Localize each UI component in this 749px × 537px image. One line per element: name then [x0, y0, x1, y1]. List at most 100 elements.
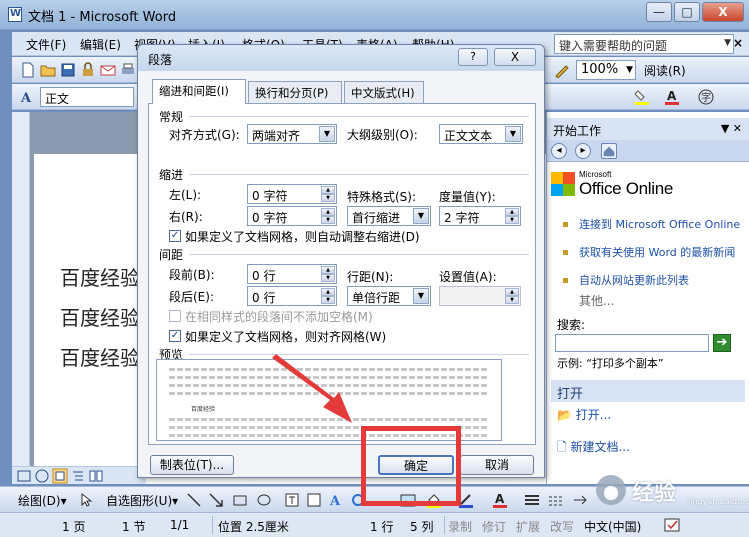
chevron-down-icon[interactable]: ▼ — [626, 65, 633, 75]
textbox-icon[interactable] — [284, 492, 300, 508]
minimize-button[interactable]: — — [646, 2, 672, 22]
spelling-check-icon[interactable] — [664, 517, 680, 533]
indent-left-spinner[interactable]: 0 字符 ▲ ▼ — [247, 184, 337, 204]
line-style-icon[interactable] — [524, 492, 540, 508]
close-document-button[interactable]: × — [733, 36, 743, 50]
web-view-icon[interactable] — [34, 468, 50, 484]
styles-icon[interactable]: A — [20, 89, 36, 105]
maximize-button[interactable]: □ — [674, 2, 700, 22]
style-combo[interactable]: 正文 — [40, 87, 134, 107]
highlight-icon[interactable] — [634, 89, 650, 105]
autoshapes-button[interactable]: 自选图形(U)▾ — [106, 492, 178, 509]
chevron-down-icon[interactable]: ▼ — [724, 38, 731, 48]
spin-down-icon[interactable]: ▼ — [321, 296, 335, 304]
svg-text:A: A — [329, 494, 341, 508]
open-folder-icon[interactable] — [40, 62, 56, 78]
tabs-button[interactable]: 制表位(T)... — [150, 455, 234, 475]
spacing-after-spinner[interactable]: 0 行 ▲ ▼ — [247, 286, 337, 306]
link-connect-office-online[interactable]: 连接到 Microsoft Office Online — [579, 218, 744, 232]
open-link[interactable]: 📂 打开... — [557, 406, 611, 423]
dialog-close-button[interactable]: X — [494, 48, 536, 66]
search-go-icon[interactable]: ➔ — [713, 334, 731, 352]
menu-file[interactable]: 文件(F) — [26, 36, 66, 53]
alignment-select[interactable]: 两端对齐 ▼ — [247, 124, 337, 144]
line-spacing-select[interactable]: 单倍行距 ▼ — [347, 286, 431, 306]
more-link[interactable]: 其他... — [579, 292, 614, 309]
spin-up-icon[interactable]: ▲ — [321, 288, 335, 296]
close-window-button[interactable]: X — [702, 2, 744, 22]
spin-up-icon[interactable]: ▲ — [321, 266, 335, 274]
task-pane-menu-icon[interactable]: ▼ ✕ — [721, 122, 742, 135]
spin-down-icon[interactable]: ▼ — [505, 296, 519, 304]
no-space-same-style-checkbox[interactable] — [169, 310, 181, 322]
read-button[interactable]: 阅读(R) — [644, 62, 686, 79]
search-input[interactable] — [555, 334, 709, 352]
new-document-link[interactable]: 🗋 新建文档... — [557, 438, 630, 459]
status-record[interactable]: 录制 — [448, 518, 472, 535]
chevron-down-icon[interactable]: ▼ — [413, 288, 429, 304]
spin-down-icon[interactable]: ▼ — [321, 274, 335, 282]
spin-up-icon[interactable]: ▲ — [321, 208, 335, 216]
forward-icon[interactable]: ▸ — [575, 143, 591, 159]
spin-down-icon[interactable]: ▼ — [321, 194, 335, 202]
special-indent-select[interactable]: 首行缩进 ▼ — [347, 206, 431, 226]
phonetic-guide-icon[interactable]: 字 — [698, 89, 714, 105]
status-extend[interactable]: 扩展 — [516, 518, 540, 535]
permission-icon[interactable] — [80, 62, 96, 78]
spacing-before-spinner[interactable]: 0 行 ▲ ▼ — [247, 264, 337, 284]
draw-menu-button[interactable]: 绘图(D)▾ — [18, 492, 67, 509]
tab-asian-typography[interactable]: 中文版式(H) — [344, 81, 424, 103]
zoom-combo[interactable]: 100% ▼ — [576, 60, 636, 80]
spin-up-icon[interactable]: ▲ — [505, 208, 519, 216]
menu-edit[interactable]: 编辑(E) — [80, 36, 121, 53]
dash-style-icon[interactable] — [548, 492, 564, 508]
wordart-icon[interactable]: A — [328, 492, 344, 508]
indent-by-spinner[interactable]: 2 字符 ▲ ▼ — [439, 206, 521, 226]
save-icon[interactable] — [60, 62, 76, 78]
auto-adjust-right-indent-label: 如果定义了文档网格，则自动调整右缩进(D) — [185, 230, 420, 244]
status-overtype[interactable]: 改写 — [550, 518, 574, 535]
tab-line-page-breaks[interactable]: 换行和分页(P) — [248, 81, 342, 103]
indent-right-spinner[interactable]: 0 字符 ▲ ▼ — [247, 206, 337, 226]
arrow-icon[interactable] — [208, 492, 224, 508]
cancel-button[interactable]: 取消 — [460, 455, 534, 475]
spin-down-icon[interactable]: ▼ — [321, 216, 335, 224]
status-track-changes[interactable]: 修订 — [482, 518, 506, 535]
home-icon[interactable] — [601, 143, 617, 159]
link-auto-update[interactable]: 自动从网站更新此列表 — [579, 274, 744, 288]
new-document-icon[interactable] — [20, 62, 36, 78]
rectangle-icon[interactable] — [232, 492, 248, 508]
help-search-input[interactable]: 键入需要帮助的问题 ▼ — [554, 34, 734, 54]
spacing-at-spinner[interactable]: ▲ ▼ — [439, 286, 521, 306]
vertical-textbox-icon[interactable] — [306, 492, 322, 508]
email-icon[interactable] — [100, 62, 116, 78]
reading-view-icon[interactable] — [88, 468, 104, 484]
arrow-style-icon[interactable] — [572, 492, 588, 508]
tab-indents-spacing[interactable]: 缩进和间距(I) — [152, 79, 246, 104]
drawing-toolbar-icon[interactable] — [554, 62, 570, 78]
print-icon[interactable] — [120, 62, 136, 78]
paragraph-dialog: 段落 ? X 缩进和间距(I) 换行和分页(P) 中文版式(H) 常规 对齐方式… — [137, 44, 545, 478]
chevron-down-icon[interactable]: ▼ — [319, 126, 335, 142]
bullet-icon — [563, 222, 568, 227]
link-latest-news[interactable]: 获取有关使用 Word 的最新新闻 — [579, 246, 744, 260]
oval-icon[interactable] — [256, 492, 272, 508]
print-layout-view-icon[interactable] — [52, 468, 68, 484]
outline-view-icon[interactable] — [70, 468, 86, 484]
spin-up-icon[interactable]: ▲ — [321, 186, 335, 194]
chevron-down-icon[interactable]: ▼ — [413, 208, 429, 224]
back-icon[interactable]: ◂ — [551, 143, 567, 159]
chevron-down-icon[interactable]: ▼ — [505, 126, 521, 142]
spin-up-icon[interactable]: ▲ — [505, 288, 519, 296]
font-color-icon[interactable]: A — [492, 492, 508, 508]
font-color-icon[interactable]: A — [664, 89, 680, 105]
office-online-logo: Microsoft Office Online — [551, 170, 701, 202]
auto-adjust-right-indent-checkbox[interactable]: ✓ — [169, 230, 181, 242]
spin-down-icon[interactable]: ▼ — [505, 216, 519, 224]
outline-level-select[interactable]: 正文文本 ▼ — [439, 124, 523, 144]
dialog-help-button[interactable]: ? — [458, 48, 488, 66]
normal-view-icon[interactable] — [16, 468, 32, 484]
select-objects-icon[interactable] — [78, 492, 94, 508]
line-icon[interactable] — [186, 492, 202, 508]
snap-to-grid-checkbox[interactable]: ✓ — [169, 330, 181, 342]
